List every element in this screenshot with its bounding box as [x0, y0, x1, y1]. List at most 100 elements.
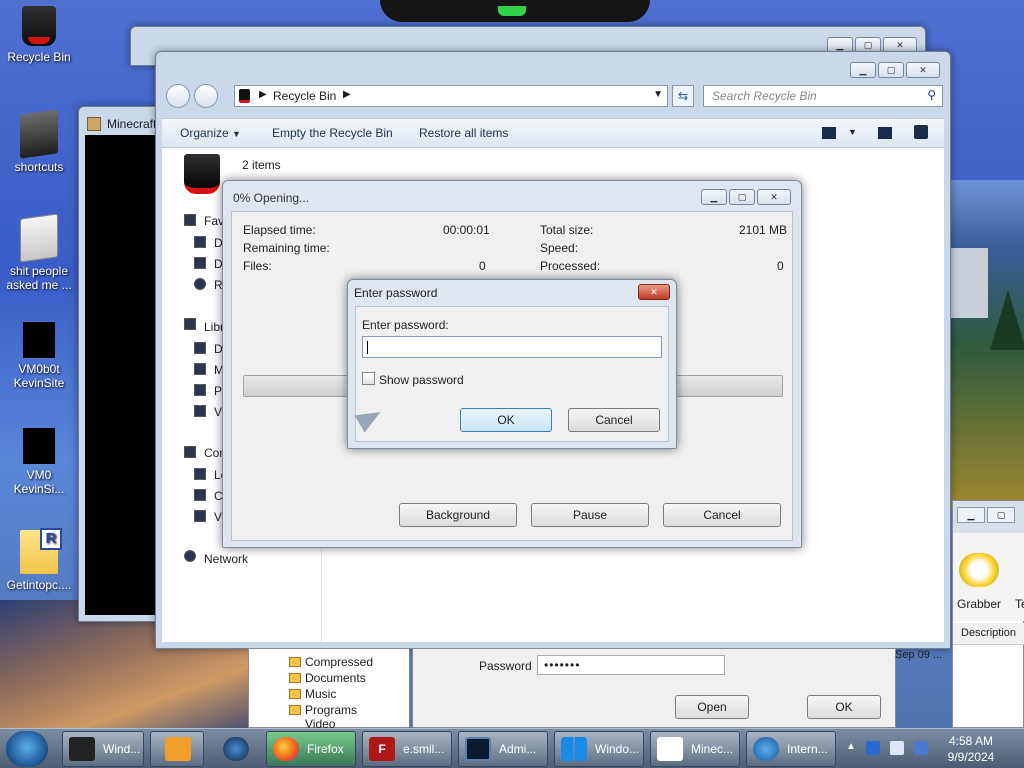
search-icon[interactable]: ⚲: [927, 88, 936, 102]
chevron-down-icon: ▼: [232, 129, 241, 139]
folder-tree-panel: Compressed Documents Music Programs Vide…: [248, 648, 410, 731]
maximize-button[interactable]: ▢: [987, 507, 1015, 523]
breadcrumb-arrow-icon[interactable]: ▶: [343, 89, 351, 100]
media-player-icon: [165, 737, 191, 761]
password-field[interactable]: •••••••: [537, 655, 725, 675]
forward-button[interactable]: [194, 84, 218, 108]
refresh-icon[interactable]: ⇆: [672, 85, 694, 107]
desktop-icon-recycle-bin[interactable]: Recycle Bin: [0, 6, 78, 64]
taskbar-item-windows[interactable]: Windo...: [554, 731, 644, 767]
chevron-down-icon[interactable]: ▼: [848, 127, 857, 137]
taskbar-item-internet-download-manager[interactable]: Intern...: [746, 731, 836, 767]
organize-label: Organize: [180, 126, 229, 140]
search-input[interactable]: Search Recycle Bin ⚲: [703, 85, 943, 107]
show-hidden-icons-icon[interactable]: ▲: [846, 741, 856, 752]
tray-flag-icon[interactable]: [890, 741, 904, 755]
drive-icon: [194, 510, 206, 522]
search-placeholder: Search Recycle Bin: [712, 89, 817, 103]
cancel-button[interactable]: Cancel: [568, 408, 660, 432]
download-manager-window[interactable]: ▁ ▢ Grabber Te Description Sep 09 ...: [895, 500, 1024, 728]
tree-item[interactable]: Documents: [305, 671, 366, 685]
breadcrumb-arrow-icon[interactable]: ▶: [259, 89, 267, 100]
tree-item[interactable]: Music: [305, 687, 336, 701]
system-clock[interactable]: 4:58 AM 9/9/2024: [936, 733, 1006, 765]
close-button[interactable]: ✕: [906, 62, 940, 78]
nav-item[interactable]: V: [214, 510, 222, 524]
password-dialog[interactable]: Enter password ✕ Enter password: Show pa…: [347, 279, 677, 449]
open-button[interactable]: Open: [675, 695, 749, 719]
chevron-down-icon[interactable]: ▼: [653, 89, 663, 100]
taskbar-item-admin[interactable]: Admi...: [458, 731, 548, 767]
command-bar: Organize ▼ Empty the Recycle Bin Restore…: [162, 118, 944, 148]
minimize-button[interactable]: ▁: [850, 62, 876, 78]
taskbar-item-firefox[interactable]: Firefox: [266, 731, 356, 767]
help-icon[interactable]: [914, 125, 928, 139]
recycle-bin-icon: [22, 6, 56, 46]
minecraft-window[interactable]: Minecraft: [78, 106, 161, 622]
address-bar[interactable]: ▶ Recycle Bin ▶ ▼: [234, 85, 668, 107]
desktop-icon: [194, 236, 206, 248]
taskbar-item-media[interactable]: [150, 731, 204, 767]
toolbar-button[interactable]: Te: [1015, 597, 1024, 611]
organize-button[interactable]: Organize ▼: [180, 126, 241, 140]
desktop-icon-vm0[interactable]: VM0 KevinSi...: [0, 428, 78, 496]
maximize-button[interactable]: ▢: [729, 189, 755, 205]
desktop-icon-getintopc[interactable]: R Getintopc....: [0, 528, 78, 592]
java-icon: [657, 737, 683, 761]
taskbar-item-filezilla[interactable]: Fe.smil...: [362, 731, 452, 767]
desktop-icon-shit-people[interactable]: shit people asked me ...: [0, 213, 78, 292]
ok-button[interactable]: OK: [460, 408, 552, 432]
column-header-description[interactable]: Description: [961, 627, 1016, 639]
minimize-button[interactable]: ▁: [701, 189, 727, 205]
tray-app-icon[interactable]: [866, 741, 880, 755]
terminal-icon: [465, 737, 491, 761]
nav-item[interactable]: V: [214, 405, 222, 419]
minimize-button[interactable]: ▁: [957, 507, 985, 523]
view-icon[interactable]: [822, 127, 836, 139]
network-tray-icon[interactable]: [914, 741, 928, 755]
empty-recycle-bin-button[interactable]: Empty the Recycle Bin: [272, 126, 393, 140]
taskbar-item-globe[interactable]: [208, 731, 262, 767]
remaining-label: Remaining time:: [243, 241, 330, 255]
breadcrumb[interactable]: Recycle Bin: [273, 89, 336, 103]
show-password-label[interactable]: Show password: [379, 373, 464, 387]
taskbar-label: Windo...: [595, 742, 640, 756]
preview-pane-icon[interactable]: [878, 127, 892, 139]
tree-item[interactable]: Compressed: [305, 655, 373, 669]
folder-icon: [20, 109, 58, 159]
downloads-icon: [194, 257, 206, 269]
close-button[interactable]: ✕: [638, 284, 670, 300]
elapsed-label: Elapsed time:: [243, 223, 316, 237]
password-input[interactable]: [362, 336, 662, 358]
restore-all-button[interactable]: Restore all items: [419, 126, 508, 140]
total-size-label: Total size:: [540, 223, 594, 237]
nav-item[interactable]: P: [214, 384, 222, 398]
elapsed-value: 00:00:01: [443, 223, 490, 237]
date-cell: Sep 09 ...: [895, 649, 943, 661]
start-button[interactable]: [6, 731, 48, 767]
tree-item[interactable]: Programs: [305, 703, 357, 717]
desktop-icon-shortcuts[interactable]: shortcuts: [0, 109, 78, 174]
clock-date: 9/9/2024: [947, 750, 995, 764]
show-password-checkbox[interactable]: [362, 372, 375, 385]
close-button[interactable]: ✕: [757, 189, 791, 205]
drive-icon: [194, 468, 206, 480]
nav-network[interactable]: Network: [204, 552, 248, 566]
pause-button[interactable]: Pause: [531, 503, 649, 527]
minecraft-viewport[interactable]: [85, 135, 161, 615]
desktop-icon-vm0b0t[interactable]: VM0b0t KevinSite: [0, 322, 78, 390]
shortcut-icon: [23, 428, 55, 464]
background-button[interactable]: Background: [399, 503, 517, 527]
processed-label: Processed:: [540, 259, 601, 273]
taskbar-item-minecraft[interactable]: Minec...: [650, 731, 740, 767]
desktop-wallpaper-tree: [990, 290, 1024, 350]
grabber-button[interactable]: Grabber: [957, 597, 1001, 611]
ok-button[interactable]: OK: [807, 695, 881, 719]
text-cursor: [367, 341, 368, 354]
folder-icon: [289, 657, 301, 667]
cancel-button[interactable]: Cancel: [663, 503, 781, 527]
maximize-button[interactable]: ▢: [878, 62, 904, 78]
back-button[interactable]: [166, 84, 190, 108]
taskbar-item-windows-explorer[interactable]: Wind...: [62, 731, 144, 767]
taskbar-label: e.smil...: [403, 742, 445, 756]
